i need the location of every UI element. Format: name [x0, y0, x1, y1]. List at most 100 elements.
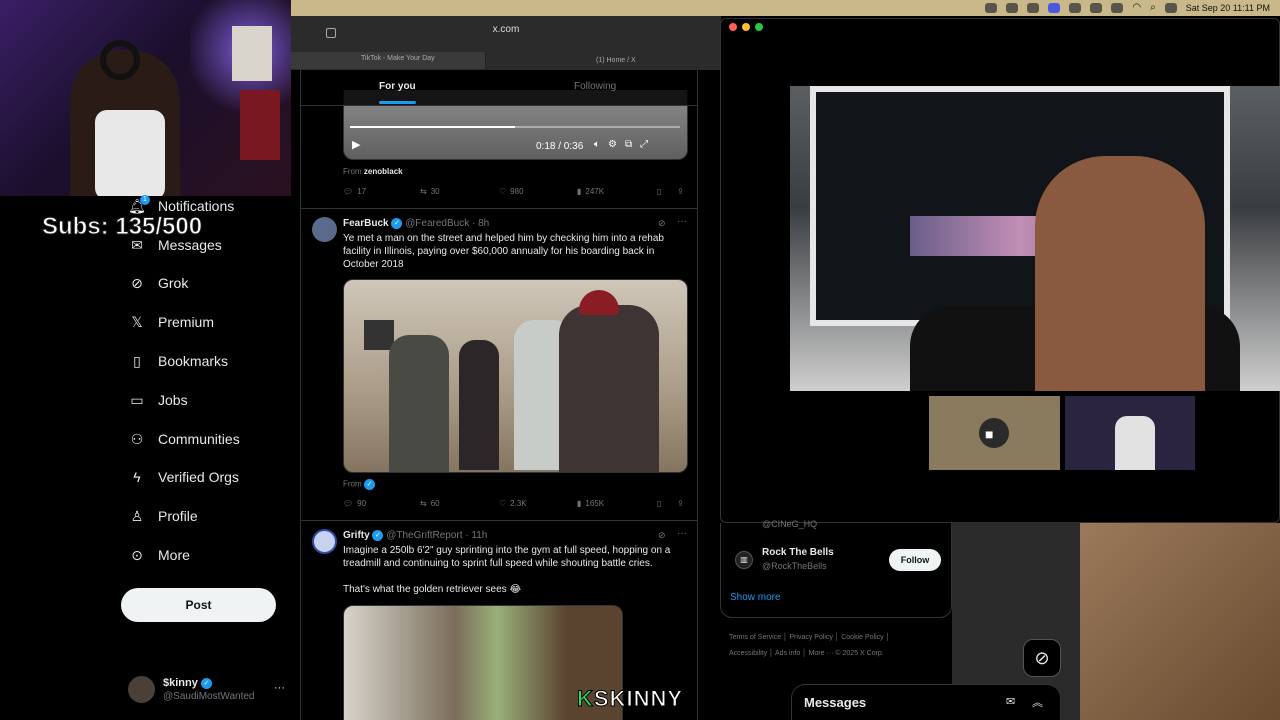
tweet2-header: Grifty ✓ @TheGriftReport · 11h	[343, 530, 487, 541]
author-handle[interactable]: @TheGriftReport	[386, 530, 462, 541]
views-icon: ▮	[577, 187, 582, 196]
menubar-status-icon[interactable]	[985, 2, 998, 13]
x-logo-icon: 𝕏	[131, 313, 143, 330]
avatar[interactable]	[312, 217, 337, 242]
post-button[interactable]: Post	[121, 588, 276, 622]
video-controls-icons[interactable]: 🔈︎⚙︎⧉⤢	[594, 139, 656, 150]
grok-icon[interactable]: ⊘	[658, 530, 666, 541]
like-button[interactable]: ♡ 2.3K	[499, 499, 577, 508]
suggestion-name[interactable]: Rock The Bells	[762, 547, 834, 558]
like-button[interactable]: ♡ 980	[499, 187, 577, 196]
verified-badge-icon: ✓	[391, 218, 403, 229]
heart-icon: ♡	[499, 499, 507, 508]
show-more-link[interactable]: Show more	[730, 592, 781, 603]
share-icon: ⇪	[677, 187, 684, 196]
reply-button[interactable]: 💬︎ 17	[343, 187, 420, 196]
tweet1-header: FearBuck ✓ @FearedBuck · 8h	[343, 218, 489, 229]
battery-icon[interactable]	[1111, 2, 1124, 13]
video-time: 0:18 / 0:36	[536, 141, 584, 152]
participant-thumbnail[interactable]: ■	[929, 396, 1060, 470]
bookmark-button[interactable]: ▯	[657, 187, 677, 196]
avatar[interactable]: ▥	[735, 551, 753, 569]
tweet-time[interactable]: · 8h	[472, 218, 489, 229]
subs-overlay: Subs: 135/500	[41, 213, 203, 241]
sidebar-item-more[interactable]: ⊙ More	[128, 546, 190, 564]
more-dots-icon[interactable]: ···	[677, 216, 687, 227]
sidebar-item-jobs[interactable]: ▭ Jobs	[128, 391, 187, 409]
close-window-icon[interactable]	[729, 23, 737, 31]
video-progress[interactable]	[350, 126, 515, 128]
footer-link[interactable]: Privacy Policy	[789, 634, 833, 641]
menubar-eye-icon[interactable]	[1069, 2, 1082, 13]
mac-menubar: ◠ ⌕ Sat Sep 20 11:11 PM	[291, 0, 1280, 16]
footer-link[interactable]: Terms of Service	[729, 634, 781, 641]
account-handle: @SaudiMostWanted	[163, 691, 255, 702]
footer-link[interactable]: Cookie Policy	[841, 634, 883, 641]
menubar-app-icon[interactable]	[1006, 2, 1019, 13]
tweet1-image[interactable]	[343, 279, 688, 473]
menubar-app-icon-2[interactable]	[1027, 2, 1040, 13]
play-icon[interactable]	[1090, 2, 1103, 13]
tweet1-actions: 💬︎ 90 ⇆ 60 ♡ 2.3K ▮ 165K ▯ ⇪	[343, 499, 689, 508]
sidebar-item-grok[interactable]: ⊘ Grok	[128, 274, 188, 292]
reply-icon: 💬︎	[343, 499, 354, 508]
avatar[interactable]	[312, 529, 337, 554]
zoom-window-icon[interactable]	[755, 23, 763, 31]
verified-badge-icon: ✓	[372, 530, 384, 541]
bookmark-button[interactable]: ▯	[657, 499, 677, 508]
tweet-time[interactable]: · 11h	[465, 530, 487, 541]
play-icon[interactable]: ▶	[352, 138, 360, 151]
repost-icon: ⇆	[420, 187, 427, 196]
more-dots-icon[interactable]: ···	[274, 682, 285, 694]
screen-share-icon[interactable]	[1048, 2, 1061, 13]
suggestion-handle[interactable]: @RockTheBells	[762, 561, 827, 571]
messages-drawer[interactable]: Messages ✉ ︽	[791, 684, 1061, 720]
tweet2-text: Imagine a 250lb 6'2" guy sprinting into …	[343, 545, 671, 569]
sidebar-item-communities[interactable]: ⚇ Communities	[128, 430, 240, 448]
address-bar[interactable]: x.com	[291, 24, 721, 42]
search-icon[interactable]: ⌕	[1150, 2, 1156, 13]
sidebar-item-bookmarks[interactable]: ▯ Bookmarks	[128, 352, 228, 370]
repost-button[interactable]: ⇆ 60	[420, 499, 499, 508]
briefcase-icon: ▭	[130, 391, 144, 408]
control-center-icon[interactable]	[1164, 2, 1177, 13]
sidebar-item-profile[interactable]: ♙ Profile	[128, 507, 198, 525]
author-name[interactable]: Grifty	[343, 530, 370, 541]
tab-for-you[interactable]: For you	[379, 81, 416, 104]
share-button[interactable]: ⇪	[677, 187, 684, 196]
people-icon: ⚇	[130, 430, 144, 447]
author-handle[interactable]: @FearedBuck	[405, 218, 469, 229]
tweet0-from: From zenoblack	[343, 167, 403, 176]
tweet1-text: Ye met a man on the street and helped hi…	[343, 233, 664, 270]
wifi-icon[interactable]: ◠	[1132, 2, 1141, 13]
sidebar-item-verified-orgs[interactable]: ϟ Verified Orgs	[128, 468, 239, 486]
menubar-clock[interactable]: Sat Sep 20 11:11 PM	[1186, 3, 1270, 13]
share-button[interactable]: ⇪	[677, 499, 684, 508]
chevron-up-icon[interactable]: ︽	[1032, 694, 1043, 710]
tweet2-text-2: That's what the golden retriever sees 😂	[343, 584, 522, 595]
lightning-icon: ϟ	[133, 469, 141, 485]
follow-button[interactable]: Follow	[889, 549, 941, 571]
account-switcher[interactable]: $kinny ✓ @SaudiMostWanted ···	[128, 676, 288, 706]
footer-link[interactable]: Accessibility	[729, 650, 767, 657]
grok-icon[interactable]: ⊘	[658, 218, 666, 229]
views-icon: ▮	[577, 499, 582, 508]
more-dots-icon[interactable]: ···	[677, 528, 687, 539]
account-name: $kinny	[163, 677, 198, 689]
tab-following[interactable]: Following	[574, 81, 616, 92]
footer-link[interactable]: Ads info	[775, 650, 800, 657]
new-message-icon[interactable]: ✉	[1006, 695, 1015, 708]
grok-button[interactable]: ⊘	[1023, 639, 1061, 677]
repost-button[interactable]: ⇆ 30	[420, 187, 499, 196]
minimize-window-icon[interactable]	[742, 23, 750, 31]
sidebar-item-premium[interactable]: 𝕏 Premium	[128, 313, 214, 331]
self-view-thumbnail[interactable]	[1065, 396, 1195, 470]
author-name[interactable]: FearBuck	[343, 218, 389, 229]
views-button[interactable]: ▮ 165K	[577, 499, 657, 508]
footer-link[interactable]: More ···	[809, 650, 834, 657]
reply-button[interactable]: 💬︎ 90	[343, 499, 420, 508]
footer-links: Terms of Service │ Privacy Policy │ Cook…	[729, 634, 890, 657]
views-button[interactable]: ▮ 247K	[577, 187, 657, 196]
tab-x-home[interactable]: (1) Home / X	[486, 52, 721, 69]
tab-tiktok[interactable]: TikTok - Make Your Day	[291, 52, 486, 69]
